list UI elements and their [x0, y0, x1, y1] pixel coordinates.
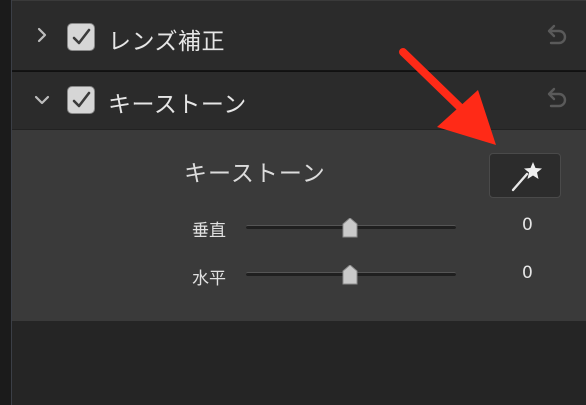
keystone-title: キーストーン: [108, 92, 247, 118]
keystone-panel-body: キーストーン 垂直 0 水平 0: [12, 129, 586, 322]
check-icon: [72, 91, 91, 108]
keystone-checkbox[interactable]: [67, 86, 95, 114]
reset-icon[interactable]: [542, 87, 568, 113]
horizontal-slider-label: 水平: [192, 269, 226, 289]
keystone-heading: キーストーン: [184, 161, 326, 187]
chevron-right-icon[interactable]: [32, 25, 52, 45]
lens-correction-checkbox[interactable]: [67, 23, 95, 51]
empty-panel-area: [12, 321, 586, 405]
reset-icon[interactable]: [542, 24, 568, 50]
magic-wand-icon: [511, 162, 542, 192]
chevron-down-icon[interactable]: [32, 90, 52, 110]
lens-correction-title: レンズ補正: [108, 29, 226, 55]
vertical-slider-value: 0: [522, 215, 533, 235]
horizontal-slider-value: 0: [522, 263, 533, 283]
left-sidebar-strip: [0, 0, 12, 405]
auto-keystone-button[interactable]: [489, 153, 561, 198]
vertical-slider-thumb[interactable]: [342, 217, 358, 238]
panel-header-keystone[interactable]: キーストーン: [12, 71, 586, 130]
panel-header-lens-correction[interactable]: レンズ補正: [12, 0, 586, 71]
vertical-slider-label: 垂直: [192, 221, 226, 241]
horizontal-slider-thumb[interactable]: [342, 264, 358, 285]
adjustments-panel: レンズ補正 キーストーン キーストーン 垂直 0 水平 0: [12, 0, 586, 405]
check-icon: [72, 28, 91, 45]
